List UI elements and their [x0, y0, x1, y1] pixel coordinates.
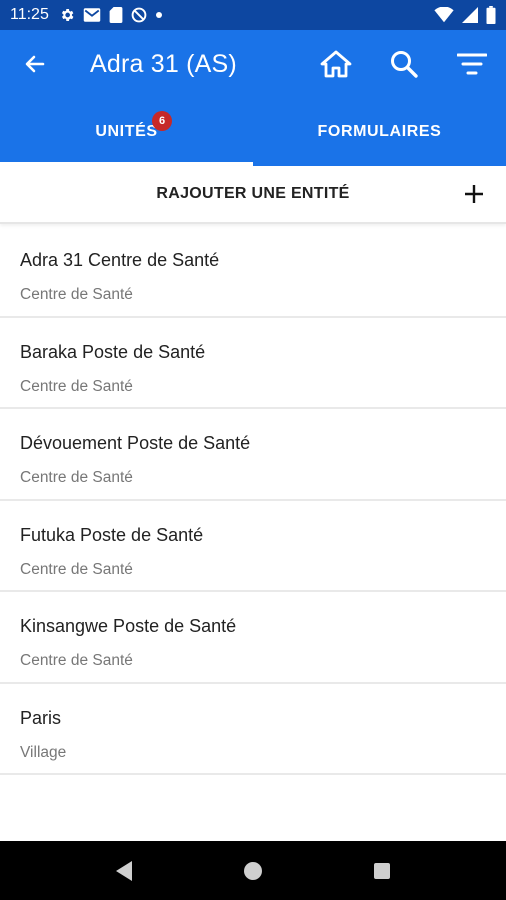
home-icon: [319, 49, 353, 79]
tab-forms-label: FORMULAIRES: [317, 123, 442, 140]
list-item[interactable]: Baraka Poste de Santé Centre de Santé: [0, 318, 506, 409]
wifi-icon: [434, 7, 454, 23]
tab-units[interactable]: UNITÉS 6: [0, 98, 253, 166]
plus-icon: [460, 180, 488, 208]
list-item[interactable]: Dévouement Poste de Santé Centre de Sant…: [0, 409, 506, 501]
arrow-left-icon: [23, 52, 47, 76]
entity-type: Centre de Santé: [20, 560, 133, 578]
search-button[interactable]: [370, 30, 438, 98]
dot-icon: [155, 11, 163, 19]
signal-icon: [462, 7, 478, 23]
entity-list: Adra 31 Centre de Santé Centre de Santé …: [0, 226, 506, 775]
entity-name: Kinsangwe Poste de Santé: [20, 616, 237, 636]
battery-icon: [486, 6, 496, 24]
entity-name: Baraka Poste de Santé: [20, 341, 206, 362]
entity-name: Adra 31 Centre de Santé: [20, 250, 220, 270]
units-count-badge: 6: [152, 111, 172, 131]
triangle-back-icon: [114, 860, 134, 882]
gmail-icon: [83, 7, 101, 23]
add-entity-button[interactable]: RAJOUTER UNE ENTITÉ: [0, 166, 506, 224]
status-bar: 11:25: [0, 0, 506, 30]
status-time: 11:25: [10, 6, 49, 23]
entity-type: Centre de Santé: [20, 469, 133, 486]
search-icon: [389, 49, 419, 79]
entity-type: Village: [20, 743, 67, 761]
tab-bar: UNITÉS 6 FORMULAIRES: [0, 98, 506, 166]
entity-name: Futuka Poste de Santé: [20, 524, 204, 545]
list-item[interactable]: Kinsangwe Poste de Santé Centre de Santé: [0, 592, 506, 684]
list-item[interactable]: Paris Village: [0, 684, 506, 775]
add-entity-label: RAJOUTER UNE ENTITÉ: [156, 185, 350, 202]
entity-name: Paris: [20, 707, 62, 728]
system-nav-bar: [0, 841, 506, 900]
no-sim-icon: [131, 7, 147, 23]
app-bar: Adra 31 (AS): [0, 30, 506, 98]
entity-type: Centre de Santé: [20, 286, 133, 303]
tab-units-label: UNITÉS: [95, 123, 158, 140]
back-button[interactable]: [0, 30, 70, 98]
square-recents-icon: [373, 862, 391, 880]
nav-recents-button[interactable]: [352, 841, 412, 900]
home-button[interactable]: [302, 30, 370, 98]
filter-icon: [457, 52, 487, 76]
list-item[interactable]: Futuka Poste de Santé Centre de Santé: [0, 501, 506, 592]
list-item[interactable]: Adra 31 Centre de Santé Centre de Santé: [0, 226, 506, 318]
nav-home-button[interactable]: [223, 841, 283, 900]
circle-home-icon: [243, 861, 263, 881]
entity-type: Centre de Santé: [20, 377, 133, 395]
nav-back-button[interactable]: [94, 841, 154, 900]
filter-button[interactable]: [438, 30, 506, 98]
entity-name: Dévouement Poste de Santé: [20, 433, 251, 453]
sd-card-icon: [109, 7, 123, 23]
page-title: Adra 31 (AS): [90, 49, 237, 78]
entity-type: Centre de Santé: [20, 652, 133, 669]
tab-forms[interactable]: FORMULAIRES: [253, 98, 506, 166]
gear-icon: [59, 7, 75, 23]
